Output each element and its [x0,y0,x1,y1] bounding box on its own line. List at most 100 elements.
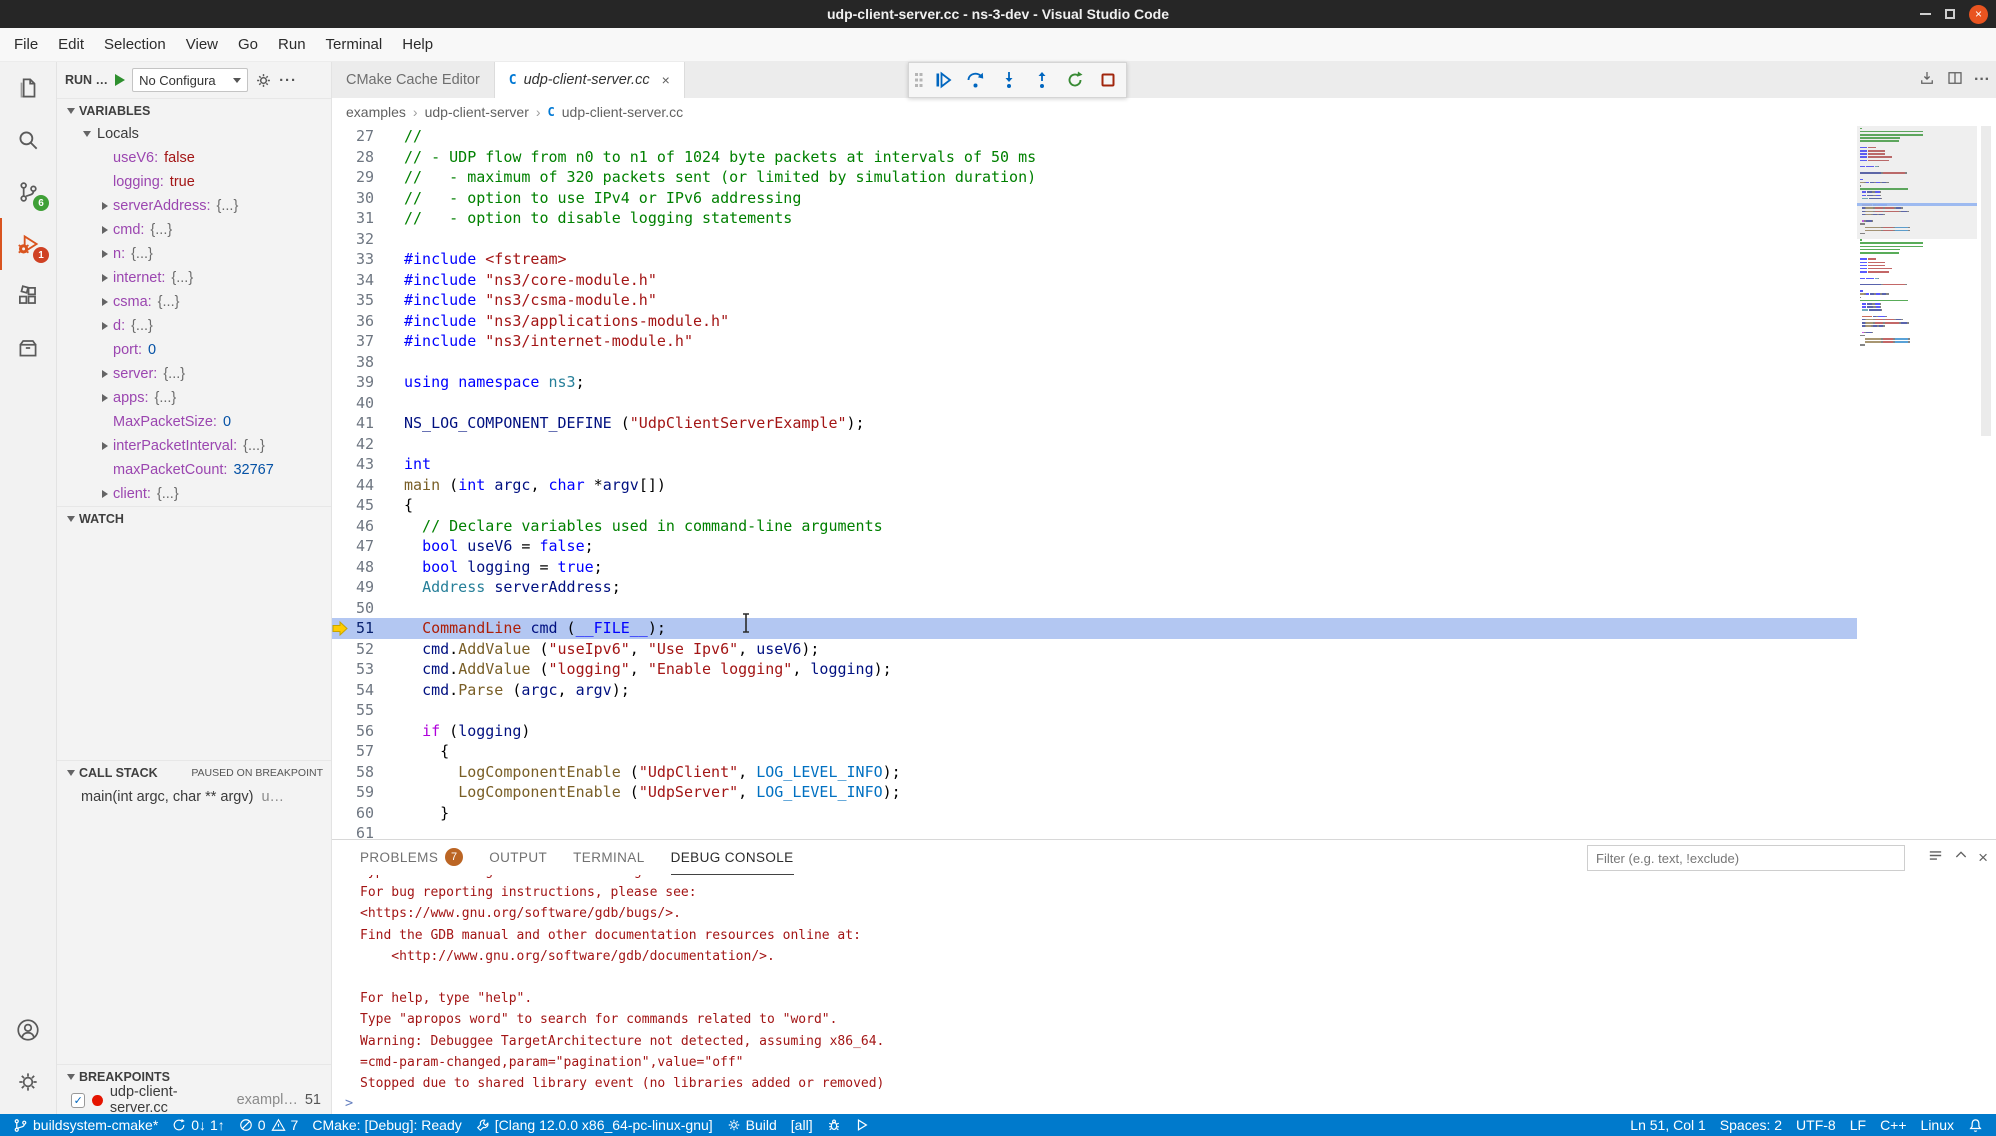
line-number-29[interactable]: 29 [348,167,374,188]
line-number-31[interactable]: 31 [348,208,374,229]
code-line-42[interactable]: 42 [332,434,1857,455]
line-number-44[interactable]: 44 [348,475,374,496]
cmake-build-button[interactable]: Build [720,1114,784,1136]
maximize-icon[interactable] [1945,9,1955,19]
variable-useV6[interactable]: useV6:false [57,146,331,170]
cmake-tools-icon[interactable] [0,322,56,374]
chevron-right-icon[interactable] [97,226,113,234]
call-stack-frame[interactable]: main(int argc, char ** argv) u… [57,784,331,810]
breakpoint-checkbox[interactable]: ✓ [71,1093,85,1108]
line-number-51[interactable]: 51 [348,618,374,639]
code-line-41[interactable]: 41NS_LOG_COMPONENT_DEFINE ("UdpClientSer… [332,413,1857,434]
indentation-status[interactable]: Spaces: 2 [1713,1114,1789,1136]
line-number-53[interactable]: 53 [348,659,374,680]
code-line-49[interactable]: 49 Address serverAddress; [332,577,1857,598]
code-line-50[interactable]: 50 [332,598,1857,619]
debug-launch-icon[interactable] [820,1114,848,1136]
console-filter-input[interactable] [1587,845,1905,871]
line-number-42[interactable]: 42 [348,434,374,455]
encoding-status[interactable]: UTF-8 [1789,1114,1843,1136]
drag-handle-icon[interactable] [915,73,922,87]
close-window-icon[interactable]: × [1969,5,1988,24]
code-line-32[interactable]: 32 [332,229,1857,250]
variable-serverAddress[interactable]: serverAddress:{...} [57,194,331,218]
line-number-60[interactable]: 60 [348,803,374,824]
code-line-55[interactable]: 55 [332,700,1857,721]
code-line-45[interactable]: 45{ [332,495,1857,516]
call-stack-section-header[interactable]: CALL STACK PAUSED ON BREAKPOINT [57,760,331,784]
minimap-slider[interactable] [1857,126,1977,239]
chevron-right-icon[interactable] [97,250,113,258]
cmake-target-status[interactable]: [all] [784,1114,820,1136]
code-line-30[interactable]: 30// - option to use IPv4 or IPv6 addres… [332,188,1857,209]
chevron-right-icon[interactable] [97,322,113,330]
code-line-53[interactable]: 53 cmd.AddValue ("logging", "Enable logg… [332,659,1857,680]
variable-interPacketInterval[interactable]: interPacketInterval:{...} [57,434,331,458]
code-line-33[interactable]: 33#include <fstream> [332,249,1857,270]
variable-server[interactable]: server:{...} [57,362,331,386]
line-number-52[interactable]: 52 [348,639,374,660]
menu-run[interactable]: Run [268,28,316,62]
variable-maxPacketCount[interactable]: maxPacketCount:32767 [57,458,331,482]
step-into-button[interactable] [997,68,1021,92]
line-number-39[interactable]: 39 [348,372,374,393]
variable-d[interactable]: d:{...} [57,314,331,338]
line-number-30[interactable]: 30 [348,188,374,209]
watch-section-header[interactable]: WATCH [57,506,331,530]
code-line-31[interactable]: 31// - option to disable logging stateme… [332,208,1857,229]
chevron-right-icon[interactable] [97,370,113,378]
extensions-icon[interactable] [0,270,56,322]
line-number-33[interactable]: 33 [348,249,374,270]
code-line-51[interactable]: 51 CommandLine cmd (__FILE__); [332,618,1857,639]
language-mode-status[interactable]: C++ [1873,1114,1913,1136]
chevron-right-icon[interactable] [97,298,113,306]
close-tab-icon[interactable]: × [662,72,670,88]
line-number-41[interactable]: 41 [348,413,374,434]
account-icon[interactable] [0,1004,56,1056]
code-line-60[interactable]: 60 } [332,803,1857,824]
minimize-icon[interactable] [1920,13,1931,15]
code-line-39[interactable]: 39using namespace ns3; [332,372,1857,393]
restart-button[interactable] [1063,68,1087,92]
tab-udp-client-server[interactable]: C udp-client-server.cc × [495,62,685,98]
code-line-44[interactable]: 44main (int argc, char *argv[]) [332,475,1857,496]
line-number-61[interactable]: 61 [348,823,374,839]
code-line-36[interactable]: 36#include "ns3/applications-module.h" [332,311,1857,332]
panel-tab-debug-console[interactable]: DEBUG CONSOLE [671,840,794,875]
code-line-46[interactable]: 46 // Declare variables used in command-… [332,516,1857,537]
line-number-56[interactable]: 56 [348,721,374,742]
code-line-35[interactable]: 35#include "ns3/csma-module.h" [332,290,1857,311]
line-number-40[interactable]: 40 [348,393,374,414]
notifications-bell-icon[interactable] [1961,1114,1990,1136]
code-line-58[interactable]: 58 LogComponentEnable ("UdpClient", LOG_… [332,762,1857,783]
line-number-58[interactable]: 58 [348,762,374,783]
variable-logging[interactable]: logging:true [57,170,331,194]
search-icon[interactable] [0,114,56,166]
menu-edit[interactable]: Edit [48,28,94,62]
line-number-54[interactable]: 54 [348,680,374,701]
variable-cmd[interactable]: cmd:{...} [57,218,331,242]
more-actions-icon[interactable]: ··· [279,72,297,89]
debug-settings-gear-icon[interactable] [255,72,272,89]
line-number-45[interactable]: 45 [348,495,374,516]
breakpoint-row[interactable]: ✓ udp-client-server.cc exampl… 51 [57,1088,331,1112]
line-number-49[interactable]: 49 [348,577,374,598]
line-number-50[interactable]: 50 [348,598,374,619]
continue-button[interactable] [931,68,955,92]
variable-port[interactable]: port:0 [57,338,331,362]
explorer-icon[interactable] [0,62,56,114]
line-number-47[interactable]: 47 [348,536,374,557]
menu-selection[interactable]: Selection [94,28,176,62]
run-target-icon[interactable] [848,1114,876,1136]
chevron-right-icon[interactable] [97,490,113,498]
panel-tab-problems[interactable]: PROBLEMS7 [360,840,463,875]
variable-apps[interactable]: apps:{...} [57,386,331,410]
code-line-27[interactable]: 27// [332,126,1857,147]
chevron-right-icon[interactable] [97,202,113,210]
settings-gear-icon[interactable] [0,1056,56,1108]
step-out-button[interactable] [1030,68,1054,92]
code-line-28[interactable]: 28// - UDP flow from n0 to n1 of 1024 by… [332,147,1857,168]
breadcrumb-item[interactable]: udp-client-server.cc [562,104,683,120]
start-debug-icon[interactable] [115,74,125,86]
code-line-29[interactable]: 29// - maximum of 320 packets sent (or l… [332,167,1857,188]
